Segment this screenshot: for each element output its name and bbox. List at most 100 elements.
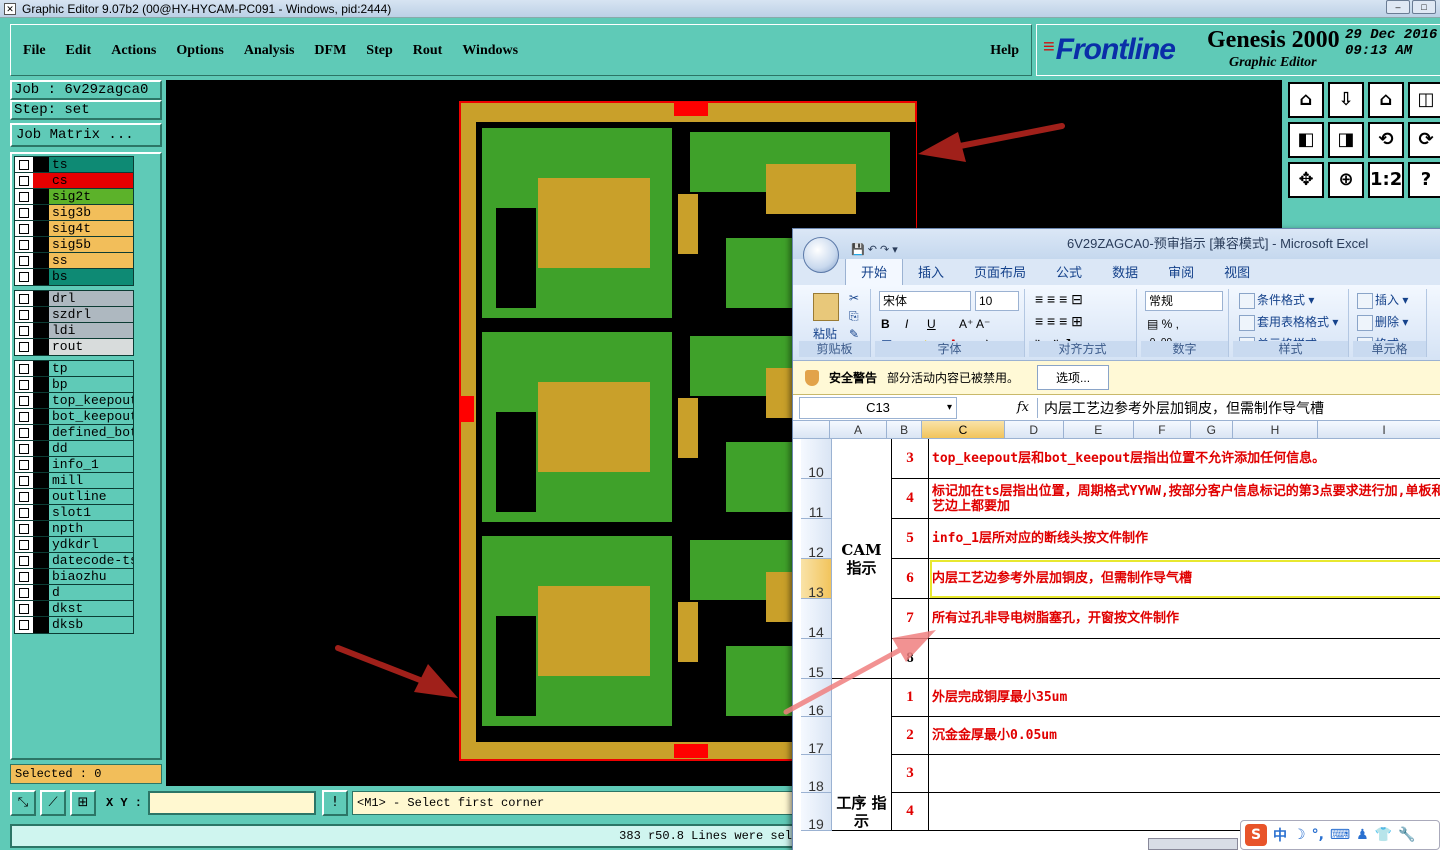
wrench-icon[interactable]: 🔧: [1398, 827, 1415, 843]
menu-help[interactable]: Help: [980, 43, 1031, 59]
layer-row-outline[interactable]: outline: [15, 489, 133, 505]
align-left-icon[interactable]: ≡ ≡ ≡ ⊞: [1035, 313, 1083, 330]
column-header-C[interactable]: C: [922, 421, 1005, 438]
layer-checkbox[interactable]: [15, 237, 33, 252]
layer-row-szdrl[interactable]: szdrl: [15, 307, 133, 323]
cell-number[interactable]: 4: [892, 793, 929, 831]
row-header[interactable]: 18: [801, 755, 832, 794]
minimize-button[interactable]: –: [1386, 0, 1410, 14]
menu-rout[interactable]: Rout: [403, 43, 453, 59]
cell-instruction[interactable]: [929, 755, 1440, 793]
table-format-button[interactable]: 套用表格格式 ▾: [1239, 313, 1338, 331]
ime-mode[interactable]: 中: [1273, 825, 1287, 845]
layer-checkbox[interactable]: [15, 393, 33, 408]
menu-edit[interactable]: Edit: [56, 43, 102, 59]
tool-button-11[interactable]: ?: [1408, 162, 1440, 198]
worksheet-grid[interactable]: 10 3 top_keepout层和bot_keepout层指出位置不允许添加任何信…: [793, 439, 1440, 839]
group-cam-instructions[interactable]: CAM 指示: [832, 439, 892, 679]
cell-instruction[interactable]: [929, 639, 1440, 679]
row-header[interactable]: 19: [801, 793, 832, 832]
paste-icon[interactable]: [813, 293, 839, 321]
menu-file[interactable]: File: [11, 43, 56, 59]
column-header-B[interactable]: B: [887, 421, 923, 438]
cell-instruction[interactable]: top_keepout层和bot_keepout层指出位置不允许添加任何信息。: [929, 439, 1440, 479]
layer-checkbox[interactable]: [15, 617, 33, 633]
layer-row-dksb[interactable]: dksb: [15, 617, 133, 633]
cell-number[interactable]: 3: [892, 439, 929, 479]
security-options-button[interactable]: 选项...: [1037, 365, 1110, 390]
column-header-D[interactable]: D: [1005, 421, 1064, 438]
layer-row-sig5b[interactable]: sig5b: [15, 237, 133, 253]
layer-row-sig2t[interactable]: sig2t: [15, 189, 133, 205]
layer-row-slot1[interactable]: slot1: [15, 505, 133, 521]
layer-checkbox[interactable]: [15, 291, 33, 306]
conditional-format-button[interactable]: 条件格式 ▾: [1239, 291, 1314, 309]
tab-review[interactable]: 审阅: [1153, 258, 1209, 285]
menu-options[interactable]: Options: [166, 43, 233, 59]
layer-row-info_1[interactable]: info_1: [15, 457, 133, 473]
font-name-select[interactable]: 宋体: [879, 291, 971, 311]
cell-instruction[interactable]: 外层完成铜厚最小35um: [929, 679, 1440, 717]
layer-checkbox[interactable]: [15, 307, 33, 322]
measure-icon[interactable]: ⟋: [40, 790, 66, 816]
layer-row-bp[interactable]: bp: [15, 377, 133, 393]
layer-row-sig4t[interactable]: sig4t: [15, 221, 133, 237]
row-header[interactable]: 15: [801, 639, 832, 680]
layer-checkbox[interactable]: [15, 441, 33, 456]
tool-button-2[interactable]: ⌂: [1368, 82, 1404, 118]
tab-formulas[interactable]: 公式: [1041, 258, 1097, 285]
insert-cells-button[interactable]: 插入 ▾: [1357, 291, 1408, 309]
group-process-instructions[interactable]: 工序 指示: [832, 679, 892, 831]
tool-button-9[interactable]: ⊕: [1328, 162, 1364, 198]
column-header-E[interactable]: E: [1064, 421, 1134, 438]
bold-button[interactable]: B: [881, 317, 890, 331]
font-size-select[interactable]: 10: [975, 291, 1019, 311]
row-header[interactable]: 12: [801, 519, 832, 560]
layer-checkbox[interactable]: [15, 253, 33, 268]
snap-grid-icon[interactable]: ⊞: [70, 790, 96, 816]
cell-instruction[interactable]: info_1层所对应的断线头按文件制作: [929, 519, 1440, 559]
layer-checkbox[interactable]: [15, 425, 33, 440]
layer-row-npth[interactable]: npth: [15, 521, 133, 537]
tool-button-0[interactable]: ⌂: [1288, 82, 1324, 118]
layer-checkbox[interactable]: [15, 269, 33, 285]
column-header-G[interactable]: G: [1191, 421, 1233, 438]
layer-checkbox[interactable]: [15, 569, 33, 584]
formula-input[interactable]: 内层工艺边参考外层加铜皮，但需制作导气槽: [1037, 397, 1440, 418]
delete-cells-button[interactable]: 删除 ▾: [1357, 313, 1408, 331]
tab-page-layout[interactable]: 页面布局: [959, 258, 1041, 285]
layer-row-tp[interactable]: tp: [15, 361, 133, 377]
cell-number[interactable]: 3: [892, 755, 929, 793]
format-painter-icon[interactable]: ✎: [849, 327, 859, 341]
xy-input[interactable]: [148, 791, 317, 815]
column-header-A[interactable]: A: [830, 421, 888, 438]
layer-row-bot_keepout[interactable]: bot_keepout: [15, 409, 133, 425]
cell-number[interactable]: 5: [892, 519, 929, 559]
tab-insert[interactable]: 插入: [903, 258, 959, 285]
row-header[interactable]: 13: [801, 559, 832, 600]
layer-row-ss[interactable]: ss: [15, 253, 133, 269]
tab-data[interactable]: 数据: [1097, 258, 1153, 285]
moon-icon[interactable]: ☽: [1293, 827, 1306, 843]
underline-button[interactable]: U: [927, 317, 936, 331]
job-matrix-button[interactable]: Job Matrix ...: [10, 123, 162, 147]
layer-row-bs[interactable]: bs: [15, 269, 133, 285]
layer-row-mill[interactable]: mill: [15, 473, 133, 489]
tool-button-10[interactable]: 1:2: [1368, 162, 1404, 198]
layer-checkbox[interactable]: [15, 585, 33, 600]
layer-checkbox[interactable]: [15, 409, 33, 424]
layer-checkbox[interactable]: [15, 205, 33, 220]
tool-button-1[interactable]: ⇩: [1328, 82, 1364, 118]
cell-number[interactable]: 6: [892, 559, 929, 599]
row-header[interactable]: 11: [801, 479, 832, 520]
number-format-select[interactable]: 常规: [1145, 291, 1223, 311]
cell-number[interactable]: 2: [892, 717, 929, 755]
layer-row-top_keepout[interactable]: top_keepout: [15, 393, 133, 409]
cell-instruction[interactable]: 标记加在ts层指出位置，周期格式YYWW,按部分客户信息标记的第3点要求进行加,…: [929, 479, 1440, 519]
layer-checkbox[interactable]: [15, 221, 33, 236]
cell-number[interactable]: 4: [892, 479, 929, 519]
menu-actions[interactable]: Actions: [101, 43, 166, 59]
cell-instruction[interactable]: 沉金金厚最小0.05um: [929, 717, 1440, 755]
column-header-I[interactable]: I: [1318, 421, 1440, 438]
layer-row-dd[interactable]: dd: [15, 441, 133, 457]
